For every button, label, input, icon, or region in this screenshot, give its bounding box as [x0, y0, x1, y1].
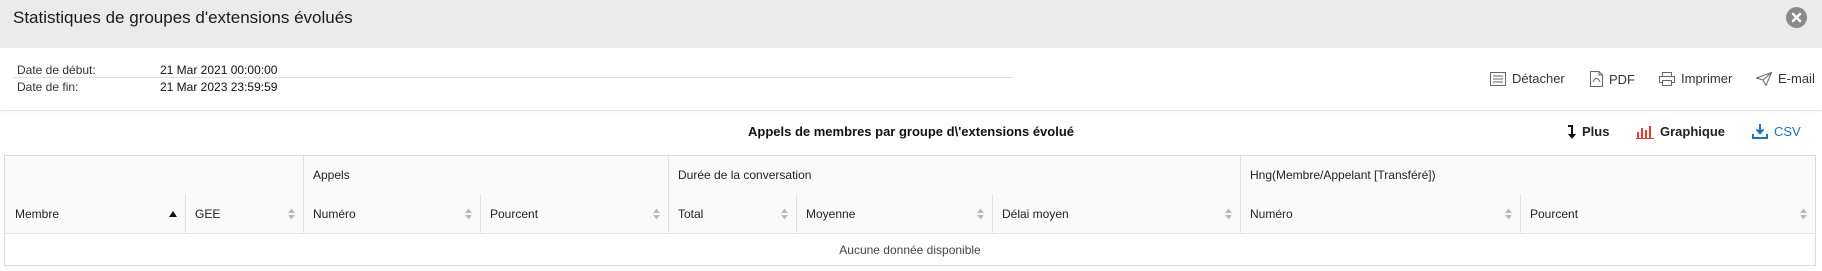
email-label: E-mail [1778, 71, 1815, 86]
arrow-down-icon [1568, 124, 1576, 139]
chart-button[interactable]: Graphique [1636, 124, 1725, 139]
csv-button[interactable]: CSV [1752, 124, 1801, 139]
pdf-file-icon [1590, 71, 1603, 87]
detach-icon [1490, 71, 1506, 86]
sort-icon [1505, 208, 1512, 219]
sort-icon [288, 208, 295, 219]
close-button[interactable] [1786, 7, 1807, 28]
csv-label: CSV [1774, 124, 1801, 139]
sort-icon [465, 208, 472, 219]
group-header-duration: Durée de la conversation [668, 156, 1240, 194]
detach-button[interactable]: Détacher [1490, 71, 1565, 86]
table-column-header: Membre GEE Numéro Pourcent Total Moyenne… [5, 194, 1815, 234]
column-header-gee[interactable]: GEE [185, 194, 303, 233]
sort-icon [977, 208, 984, 219]
print-button[interactable]: Imprimer [1659, 71, 1732, 86]
pdf-button[interactable]: PDF [1590, 71, 1635, 87]
column-header-calls-percent[interactable]: Pourcent [480, 194, 668, 233]
column-header-duration-average-label: Moyenne [806, 206, 856, 221]
pdf-label: PDF [1609, 71, 1635, 87]
column-header-calls-percent-label: Pourcent [490, 206, 539, 221]
column-header-member-label: Membre [15, 206, 60, 221]
column-header-duration-delay-label: Délai moyen [1002, 206, 1069, 221]
empty-message: Aucune donnée disponible [839, 242, 981, 257]
column-header-duration-average[interactable]: Moyenne [796, 194, 992, 233]
table-group-header: Appels Durée de la conversation Hng(Memb… [5, 156, 1815, 195]
more-button[interactable]: Plus [1566, 124, 1609, 139]
end-date-label: Date de fin: [17, 80, 79, 94]
email-button[interactable]: E-mail [1756, 71, 1815, 86]
column-header-member[interactable]: Membre [5, 194, 185, 233]
table-body: Aucune donnée disponible [5, 233, 1815, 266]
chart-label: Graphique [1660, 124, 1726, 139]
column-header-hng-number[interactable]: Numéro [1240, 194, 1520, 233]
sort-ascending-icon [169, 210, 177, 217]
group-header-calls: Appels [303, 156, 668, 194]
column-header-hng-percent[interactable]: Pourcent [1520, 194, 1815, 233]
window-title: Statistiques de groupes d'extensions évo… [13, 8, 353, 27]
column-header-hng-number-label: Numéro [1250, 206, 1293, 221]
divider [13, 77, 1013, 78]
column-header-calls-number[interactable]: Numéro [303, 194, 480, 233]
column-header-duration-total-label: Total [678, 206, 704, 221]
sort-icon [1800, 208, 1807, 219]
sort-icon [1225, 208, 1232, 219]
bar-chart-icon [1636, 125, 1654, 139]
sort-icon [653, 208, 660, 219]
detach-label: Détacher [1512, 71, 1565, 86]
start-date-label: Date de début: [17, 63, 96, 77]
column-header-gee-label: GEE [195, 206, 221, 221]
more-label: Plus [1582, 124, 1610, 139]
report-title: Appels de membres par groupe d\'extensio… [747, 124, 1074, 139]
send-icon [1756, 71, 1772, 86]
close-icon [1791, 12, 1802, 23]
end-date-value: 21 Mar 2023 23:59:59 [160, 80, 278, 94]
start-date-value: 21 Mar 2021 00:00:00 [160, 63, 278, 77]
printer-icon [1659, 71, 1675, 86]
column-header-duration-delay[interactable]: Délai moyen [992, 194, 1240, 233]
data-table: Appels Durée de la conversation Hng(Memb… [4, 155, 1816, 266]
column-header-hng-percent-label: Pourcent [1530, 206, 1579, 221]
group-header-duration-label: Durée de la conversation [678, 168, 812, 182]
download-icon [1752, 124, 1768, 139]
window-title-bar: Statistiques de groupes d'extensions évo… [0, 0, 1822, 48]
print-label: Imprimer [1681, 71, 1733, 86]
column-header-calls-number-label: Numéro [313, 206, 356, 221]
group-header-hng: Hng(Membre/Appelant [Transféré]) [1240, 156, 1815, 194]
column-header-duration-total[interactable]: Total [668, 194, 796, 233]
group-header-empty [5, 156, 303, 194]
group-header-calls-label: Appels [313, 168, 350, 182]
sort-icon [781, 208, 788, 219]
group-header-hng-label: Hng(Membre/Appelant [Transféré]) [1250, 168, 1436, 182]
